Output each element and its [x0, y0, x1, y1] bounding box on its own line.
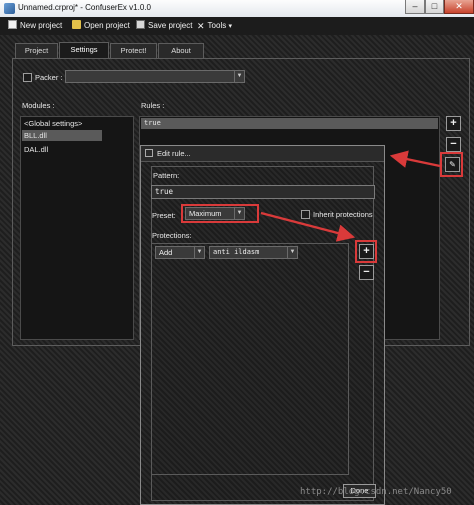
watermark: http://blog.csdn.net/Nancy50 — [300, 487, 452, 497]
annotation-arrow-to-dialog — [389, 150, 441, 168]
annotation-arrows — [260, 150, 441, 242]
annotation-arrow-to-add — [260, 211, 356, 242]
